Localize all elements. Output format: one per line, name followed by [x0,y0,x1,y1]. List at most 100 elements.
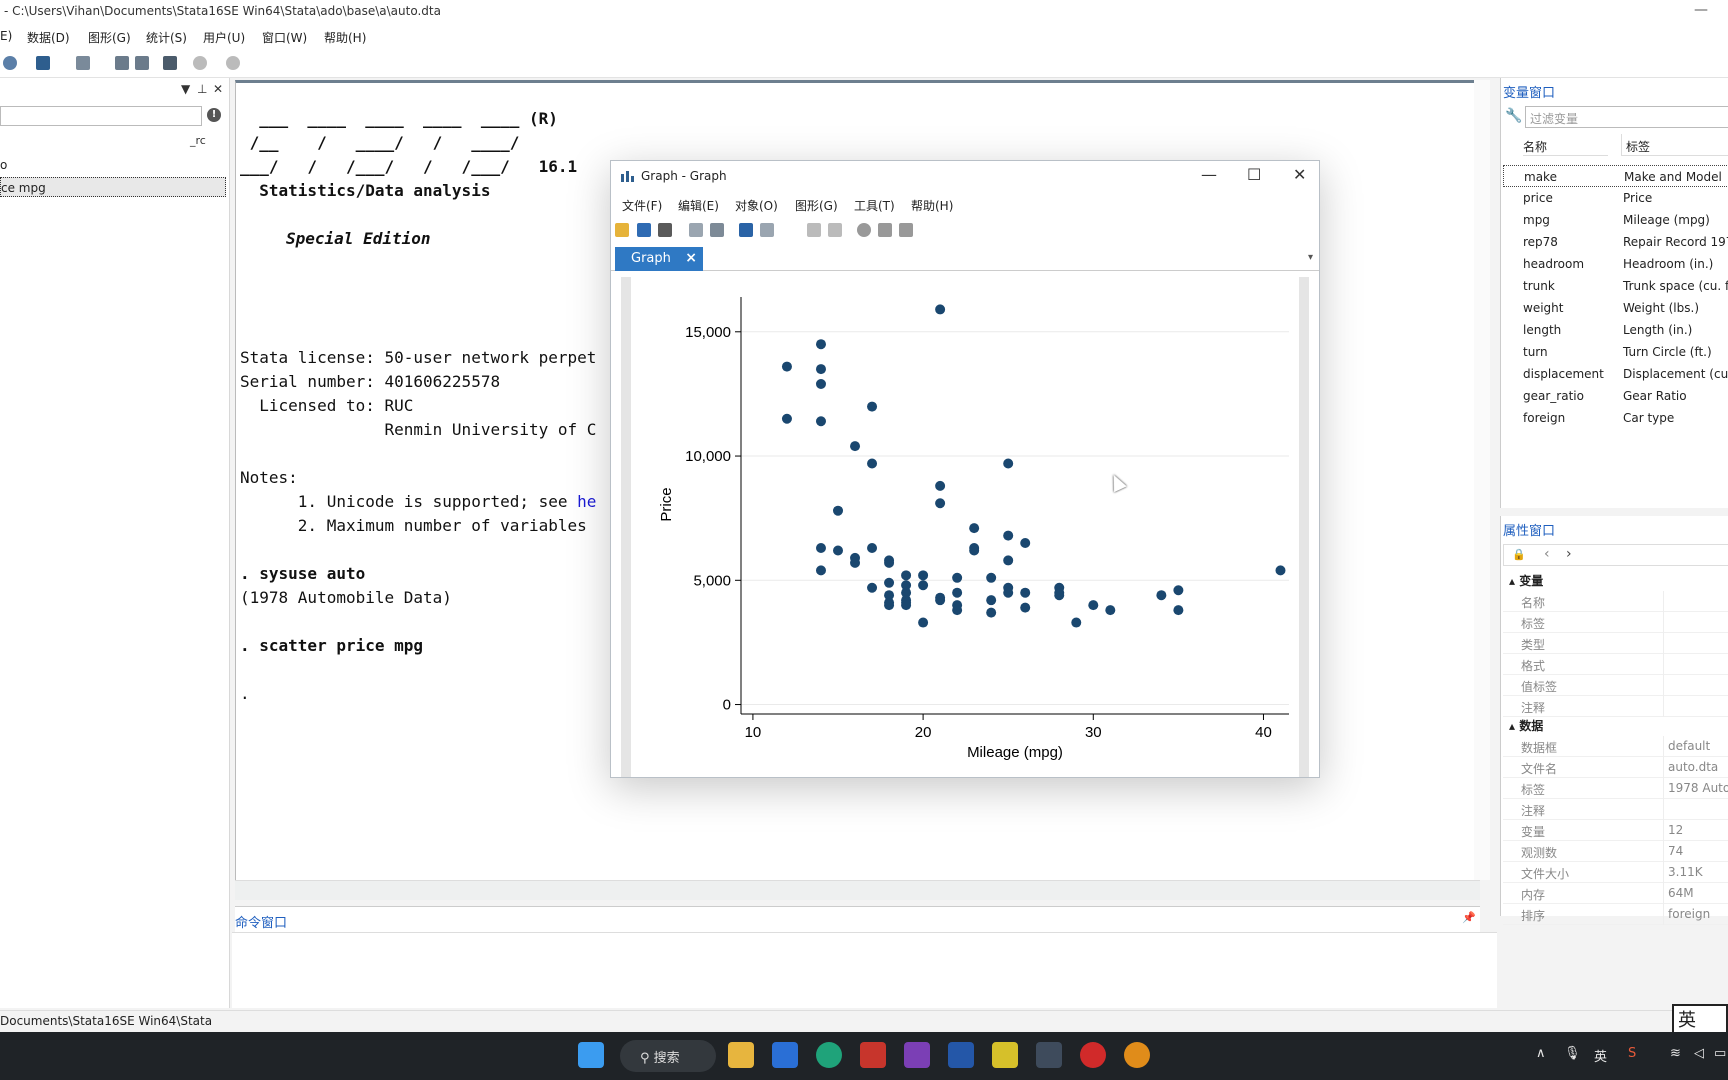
zotero-icon[interactable] [860,1042,886,1068]
property-row[interactable]: 标签 1978 Autom [1503,778,1728,799]
wrench-icon[interactable]: 🔧 [1505,108,1522,124]
variable-row[interactable]: weight Weight (lbs.) [1503,297,1728,319]
open-icon[interactable] [615,223,629,237]
label-column-header[interactable]: 标签 [1621,134,1728,156]
variable-filter-input[interactable]: 过滤变量 [1525,106,1728,128]
chevron-down-icon[interactable]: ▾ [1308,252,1313,263]
file-explorer-icon[interactable] [728,1042,754,1068]
pdf-reader-icon[interactable] [992,1042,1018,1068]
graph-tab[interactable]: Graph × [615,247,703,271]
property-row[interactable]: 变量 12 [1503,820,1728,841]
pin-icon[interactable]: 📌 [1462,911,1476,924]
graph-menu-graph[interactable]: 图形(G) [795,197,838,214]
variable-row[interactable]: turn Turn Circle (ft.) [1503,341,1728,363]
graph-menu-tools[interactable]: 工具(T) [854,197,895,214]
break-icon[interactable] [226,56,240,70]
do-file-editor-icon[interactable] [76,56,90,70]
graph-plot-area[interactable]: 0 5,000 10,000 15,000 10 20 30 40 Mileage (mpg) P… [631,277,1299,777]
minimize-button[interactable]: — [1201,165,1217,184]
wifi-icon[interactable]: ≋ [1670,1046,1681,1061]
lock-icon[interactable]: 🔒 [1512,548,1526,561]
variable-row[interactable]: mpg Mileage (mpg) [1503,209,1728,231]
menu-edit[interactable]: E) [0,29,12,43]
property-row[interactable]: 格式 [1503,654,1728,675]
tray-chevron-icon[interactable]: ∧ [1536,1046,1546,1061]
filter-icon[interactable]: ▼ [181,82,190,96]
graph-icon[interactable] [36,56,50,70]
property-row[interactable]: 类型 [1503,633,1728,654]
review-item[interactable]: ce mpg [0,177,226,197]
forward-icon[interactable]: › [1566,546,1572,562]
property-row[interactable]: 文件大小 3.11K [1503,862,1728,883]
battery-icon[interactable]: ▭ [1714,1046,1726,1061]
variable-row[interactable]: foreign Car type [1503,407,1728,429]
menu-user[interactable]: 用户(U) [203,29,245,46]
variable-row[interactable]: length Length (in.) [1503,319,1728,341]
variable-row[interactable]: rep78 Repair Record 197 [1503,231,1728,253]
rename-icon[interactable] [710,223,724,237]
property-row[interactable]: 标签 [1503,612,1728,633]
help-link[interactable]: he [577,492,596,511]
close-tab-icon[interactable]: × [685,250,697,266]
variable-row[interactable]: gear_ratio Gear Ratio [1503,385,1728,407]
menu-data[interactable]: 数据(D) [27,29,70,46]
sogou-icon[interactable]: S [1628,1046,1636,1061]
menu-statistics[interactable]: 统计(S) [146,29,187,46]
word-icon[interactable] [948,1042,974,1068]
recorder-icon[interactable] [1080,1042,1106,1068]
rc-column-header[interactable]: _rc [190,134,206,147]
variable-row[interactable]: price Price [1503,187,1728,209]
command-input[interactable] [232,932,1497,1008]
copy-icon[interactable] [689,223,703,237]
taskbar-search-button[interactable]: ⚲ 搜索 [620,1040,716,1072]
pin-icon[interactable]: ⊥ [197,82,207,96]
back-icon[interactable]: ‹ [1544,546,1550,562]
property-row[interactable]: 数据框 default [1503,736,1728,757]
graph-menu-help[interactable]: 帮助(H) [911,197,953,214]
start-icon[interactable] [578,1042,604,1068]
data-section-header[interactable]: ▴ 数据 [1509,717,1543,734]
review-filter-input[interactable] [0,106,202,126]
variable-row[interactable]: trunk Trunk space (cu. ft [1503,275,1728,297]
property-row[interactable]: 观测数 74 [1503,841,1728,862]
maximize-button[interactable]: ☐ [1247,165,1261,184]
menu-graphics[interactable]: 图形(G) [88,29,131,46]
search-tool-icon[interactable] [1124,1042,1150,1068]
redo-icon[interactable] [828,223,842,237]
results-horizontal-scrollbar[interactable] [235,880,1480,900]
variables-manager-icon[interactable] [163,56,177,70]
menu-help[interactable]: 帮助(H) [324,29,366,46]
input-language[interactable]: 英 [1594,1046,1607,1065]
property-row[interactable]: 名称 [1503,591,1728,612]
volume-icon[interactable]: ◁ [1694,1046,1704,1061]
data-browser-icon[interactable] [135,56,149,70]
menu-window[interactable]: 窗口(W) [262,29,307,46]
stata-icon[interactable] [1036,1042,1062,1068]
pause-icon[interactable] [878,223,892,237]
graph-menu-file[interactable]: 文件(F) [622,197,662,214]
results-vertical-scrollbar[interactable] [1474,80,1490,880]
data-editor-icon[interactable] [115,56,129,70]
graph-menu-object[interactable]: 对象(O) [735,197,778,214]
property-row[interactable]: 值标签 [1503,675,1728,696]
property-row[interactable]: 排序 foreign [1503,904,1728,925]
property-row[interactable]: 注释 [1503,696,1728,717]
record-icon[interactable] [857,223,871,237]
todo-icon[interactable] [772,1042,798,1068]
variable-row[interactable]: displacement Displacement (cu. [1503,363,1728,385]
obsidian-icon[interactable] [904,1042,930,1068]
play-icon[interactable] [899,223,913,237]
close-button[interactable]: ✕ [1293,165,1306,184]
save-icon[interactable] [637,223,651,237]
property-row[interactable]: 文件名 auto.dta [1503,757,1728,778]
close-icon[interactable]: ✕ [213,82,223,96]
viewer-icon[interactable] [3,56,17,70]
recorder-icon[interactable] [760,223,774,237]
variable-row[interactable]: make Make and Model [1503,165,1728,187]
print-icon[interactable] [658,223,672,237]
property-row[interactable]: 内存 64M [1503,883,1728,904]
minimize-button[interactable]: — [1694,2,1708,18]
microphone-icon[interactable]: 🎙 [1564,1046,1581,1061]
alert-icon[interactable]: ! [207,108,221,122]
more-icon[interactable] [193,56,207,70]
